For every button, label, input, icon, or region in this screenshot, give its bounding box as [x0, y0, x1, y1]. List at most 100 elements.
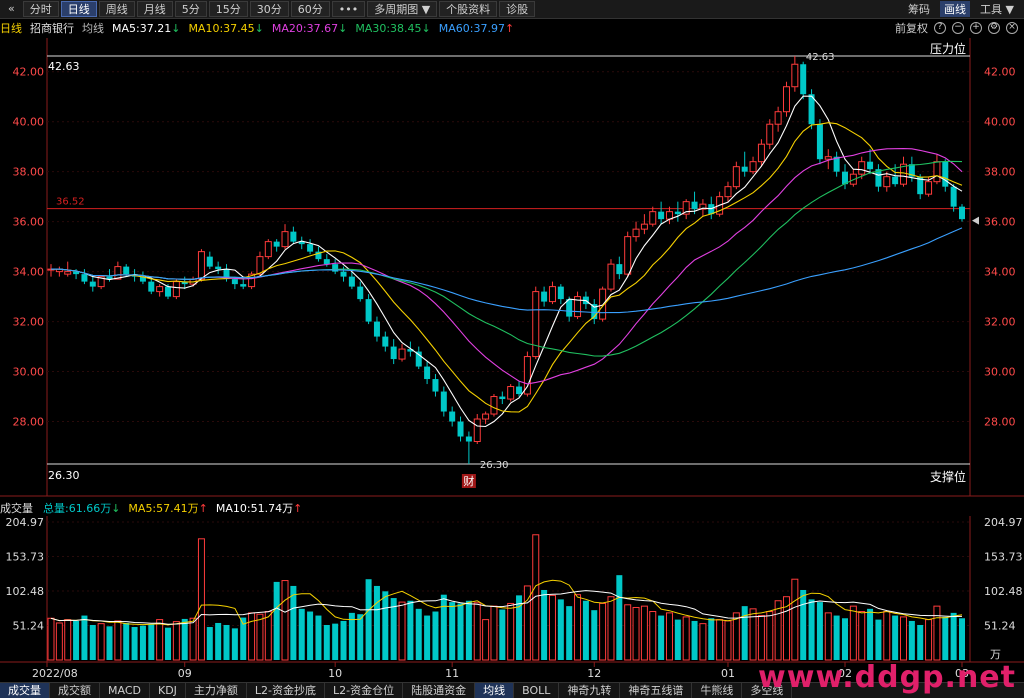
volume-bar-down: [582, 600, 589, 660]
volume-bar-up: [858, 611, 866, 661]
volume-bar-up: [197, 538, 205, 661]
volume-bar-up: [849, 605, 857, 661]
volume-bar-down: [674, 619, 681, 660]
candle-down: [674, 211, 681, 215]
candle-down: [449, 411, 456, 422]
indicator-tab-9[interactable]: BOLL: [514, 683, 560, 698]
candle-down: [867, 161, 874, 170]
candle-down: [240, 284, 247, 287]
candle-down: [816, 124, 823, 160]
volume-bar-up: [607, 596, 615, 661]
volume-bar-up: [632, 606, 640, 661]
candle-down: [950, 186, 957, 207]
volume-bar-down: [415, 608, 422, 660]
volume-bar-up: [97, 623, 105, 661]
volume-bar-down: [591, 610, 598, 660]
candle-down: [365, 299, 372, 322]
indicator-tab-0[interactable]: 成交量: [0, 683, 50, 698]
candle-up: [172, 281, 180, 298]
candle-up: [156, 286, 164, 293]
candle-up: [281, 231, 289, 248]
indicator-tab-7[interactable]: 陆股通资金: [403, 683, 476, 698]
volume-bar-up: [925, 619, 933, 661]
volume-bar-up: [548, 594, 556, 661]
candle-up: [824, 156, 832, 160]
indicator-tab-5[interactable]: L2-资金抄底: [247, 683, 326, 698]
price-tick-right: 42.00: [984, 66, 1016, 79]
candle-up: [64, 271, 72, 275]
indicator-tab-4[interactable]: 主力净额: [186, 683, 247, 698]
candle-down: [206, 256, 213, 267]
volume-bar-down: [206, 627, 213, 660]
candle-down: [148, 281, 155, 292]
candle-up: [883, 176, 891, 188]
volume-bar-up: [665, 612, 673, 661]
candle-down: [348, 276, 355, 287]
indicator-tab-11[interactable]: 神奇五线谱: [620, 683, 693, 698]
candle-down: [499, 396, 506, 400]
volume-bar-down: [89, 624, 96, 660]
volume-bar-down: [407, 600, 414, 660]
x-tick-label: 01: [721, 667, 735, 680]
ma60-line: [51, 227, 963, 314]
candle-down: [691, 201, 698, 210]
volume-bar-up: [933, 605, 941, 661]
volume-bar-down: [440, 594, 447, 660]
support-label: 支撑位: [930, 469, 966, 484]
volume-bar-down: [332, 623, 339, 660]
candle-down: [89, 281, 96, 287]
x-tick-label: 11: [445, 667, 459, 680]
volume-bar-down: [215, 622, 222, 660]
x-tick-label: 09: [178, 667, 192, 680]
candle-down: [231, 279, 238, 285]
low-mark-label: 26.30: [480, 460, 509, 471]
resistance-label: 压力位: [930, 41, 966, 56]
volume-bar-up: [724, 620, 732, 661]
indicator-tab-10[interactable]: 神奇九转: [559, 683, 621, 698]
indicator-tab-6[interactable]: L2-资金仓位: [325, 683, 404, 698]
volume-bar-down: [557, 599, 564, 660]
event-badge-label: 财: [463, 474, 474, 488]
volume-bar-down: [340, 620, 347, 660]
volume-bar-up: [172, 621, 180, 661]
volume-bar-up: [716, 619, 724, 661]
x-tick-label: 12: [587, 667, 601, 680]
volume-bar-up: [47, 617, 55, 661]
volume-bar-up: [574, 594, 582, 661]
volume-bar-down: [432, 611, 439, 660]
indicator-tab-12[interactable]: 牛熊线: [692, 683, 743, 698]
candle-up: [532, 291, 540, 358]
price-tick-left: 28.00: [13, 416, 45, 429]
candle-down: [81, 274, 88, 282]
indicator-tab-8[interactable]: 均线: [475, 683, 515, 698]
volume-bar-down: [139, 625, 146, 660]
candle-up: [791, 63, 799, 88]
volume-bar-down: [816, 602, 823, 660]
volume-bar-up: [824, 612, 832, 661]
volume-bar-down: [457, 603, 464, 660]
price-tick-left: 30.00: [13, 366, 45, 379]
price-tick-right: 30.00: [984, 366, 1016, 379]
volume-tick-left: 153.73: [6, 550, 45, 563]
price-tick-left: 32.00: [13, 316, 45, 329]
candle-down: [541, 291, 548, 302]
indicator-tab-2[interactable]: MACD: [100, 683, 150, 698]
volume-bar-up: [791, 578, 799, 661]
candle-down: [457, 421, 464, 437]
volume-bar-up: [398, 601, 406, 661]
candle-down: [357, 286, 364, 300]
candle-down: [340, 271, 347, 277]
candle-up: [640, 223, 648, 230]
high-value-left: 42.63: [48, 60, 80, 73]
candle-down: [373, 321, 380, 337]
volume-tick-left: 51.24: [13, 620, 45, 633]
candle-up: [858, 161, 866, 175]
indicator-tab-1[interactable]: 成交额: [50, 683, 100, 698]
volume-bar-up: [490, 605, 498, 661]
indicator-tab-3[interactable]: KDJ: [150, 683, 186, 698]
stock-chart[interactable]: 28.00 28.00 30.00 30.00 32.00 32.00 34.00 34.00…: [0, 0, 1024, 697]
volume-bar-down: [298, 608, 305, 660]
volume-bar-down: [566, 606, 573, 660]
candle-down: [557, 286, 564, 300]
volume-bar-up: [256, 613, 264, 661]
